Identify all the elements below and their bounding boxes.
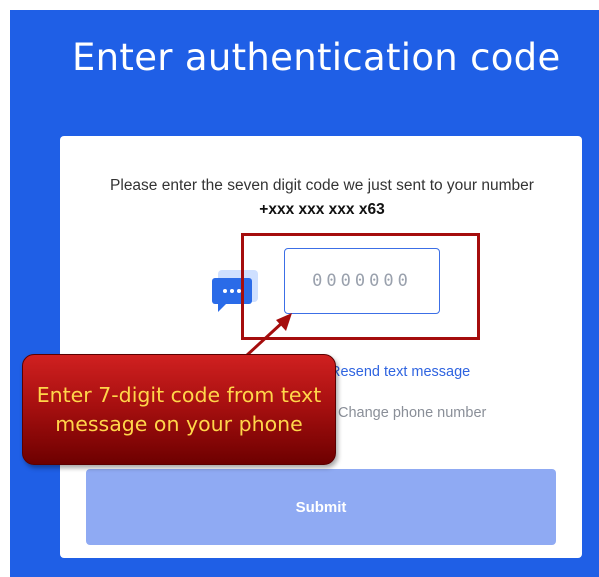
instruction-text: Please enter the seven digit code we jus… — [100, 174, 544, 222]
page-title: Enter authentication code — [72, 36, 561, 79]
callout-text: Enter 7-digit code from text message on … — [36, 382, 322, 436]
auth-card: Please enter the seven digit code we jus… — [60, 136, 582, 558]
annotation-callout: Enter 7-digit code from text message on … — [22, 354, 336, 465]
phone-number: +xxx xxx xxx x63 — [259, 201, 385, 218]
change-phone-number-link[interactable]: Change phone number — [338, 405, 486, 421]
submit-button[interactable]: Submit — [86, 469, 556, 545]
instruction-prefix: Please enter the seven digit code we jus… — [110, 177, 534, 194]
resend-text-message-link[interactable]: Resend text message — [330, 364, 470, 380]
annotation-highlight-box — [241, 233, 480, 340]
